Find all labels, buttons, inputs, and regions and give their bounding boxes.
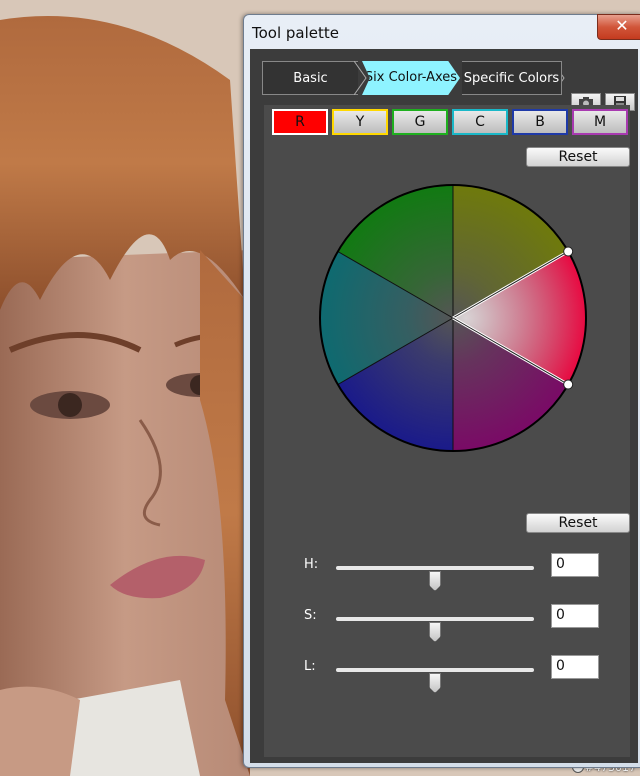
close-button[interactable]: ✕ <box>597 14 640 40</box>
slider-row-h: H: 0 <box>264 551 630 591</box>
slider-row-l: L: 0 <box>264 653 630 693</box>
tool-palette-window: Tool palette ✕ Basic Six Color-Axes Spec… <box>243 14 640 768</box>
tab-six-color-axes[interactable]: Six Color-Axes <box>362 61 460 95</box>
slider-track-h[interactable] <box>336 566 534 591</box>
channel-button-c[interactable]: C <box>452 109 508 135</box>
slider-track-l[interactable] <box>336 668 534 693</box>
channel-button-g[interactable]: G <box>392 109 448 135</box>
wheel-handle-lower[interactable] <box>563 379 574 390</box>
slider-row-s: S: 0 <box>264 602 630 642</box>
tab-specific-colors[interactable]: Specific Colors <box>462 61 562 95</box>
hue-value-field[interactable]: 0 <box>551 553 599 577</box>
saturation-value-field[interactable]: 0 <box>551 604 599 628</box>
window-title: Tool palette <box>252 24 340 42</box>
tab-basic[interactable]: Basic <box>262 61 358 95</box>
color-wheel[interactable] <box>318 183 588 453</box>
slider-label-l: L: <box>304 659 316 674</box>
slider-thumb-l[interactable] <box>429 673 441 693</box>
channel-button-b[interactable]: B <box>512 109 568 135</box>
channel-button-m[interactable]: M <box>572 109 628 135</box>
slider-label-h: H: <box>304 557 319 572</box>
reset-wheel-button[interactable]: Reset <box>526 147 630 167</box>
lightness-value-field[interactable]: 0 <box>551 655 599 679</box>
wheel-handle-upper[interactable] <box>563 246 574 257</box>
six-color-axes-content: R Y G C B M Reset Reset H: 0 S: 0 L: 0 <box>264 105 630 757</box>
slider-thumb-s[interactable] <box>429 622 441 642</box>
slider-track-s[interactable] <box>336 617 534 642</box>
slider-thumb-h[interactable] <box>429 571 441 591</box>
channel-button-r[interactable]: R <box>272 109 328 135</box>
slider-label-s: S: <box>304 608 317 623</box>
reset-sliders-button[interactable]: Reset <box>526 513 630 533</box>
palette-panel: Basic Six Color-Axes Specific Colors R Y… <box>250 49 638 763</box>
channel-button-y[interactable]: Y <box>332 109 388 135</box>
